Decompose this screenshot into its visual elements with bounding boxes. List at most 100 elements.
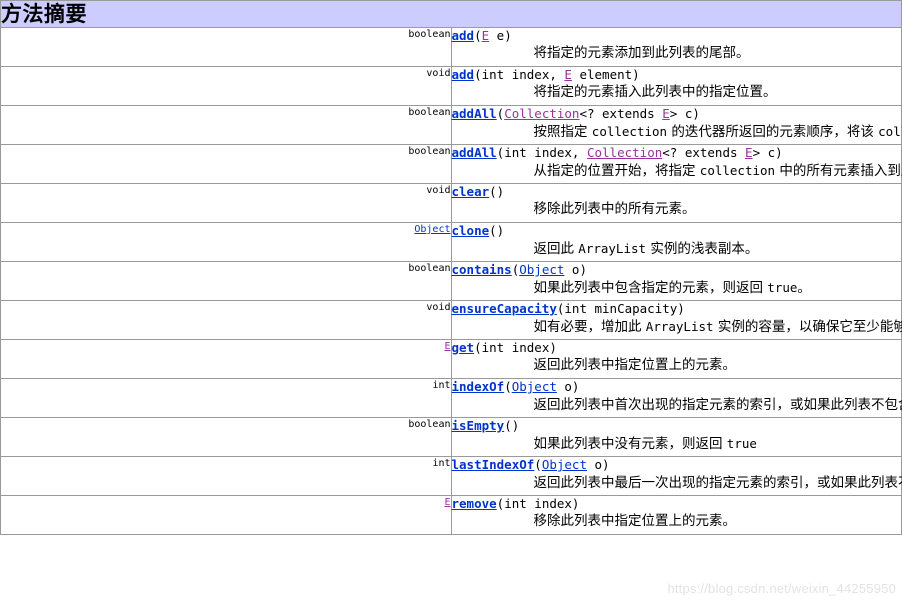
method-signature: indexOf(Object o) bbox=[452, 379, 902, 395]
param-text: int index) bbox=[504, 496, 580, 511]
method-name-link[interactable]: addAll bbox=[452, 106, 497, 121]
return-type-link[interactable]: E bbox=[444, 497, 450, 508]
method-name-link[interactable]: clone bbox=[452, 223, 490, 238]
method-signature: ensureCapacity(int minCapacity) bbox=[452, 301, 902, 317]
param-type-link[interactable]: E bbox=[745, 145, 753, 160]
method-detail-cell: ensureCapacity(int minCapacity) 如有必要，增加此 … bbox=[450, 300, 902, 340]
return-type-link[interactable]: Object bbox=[414, 224, 450, 235]
method-signature: lastIndexOf(Object o) bbox=[452, 457, 902, 473]
method-description: 返回此列表中首次出现的指定元素的索引，或如果此列表不包含元素，则返回 -1。 bbox=[533, 397, 902, 413]
param-text: ) bbox=[496, 184, 505, 199]
table-row: boolean contains(Object o) 如果此列表中包含指定的元素，则… bbox=[0, 261, 902, 301]
method-description: 返回此列表中指定位置上的元素。 bbox=[533, 357, 737, 373]
method-detail-cell: addAll(Collection<? extends E> c) 按照指定 co… bbox=[450, 105, 902, 145]
method-detail-cell: add(E e) 将指定的元素添加到此列表的尾部。 bbox=[450, 27, 902, 67]
code-token: true bbox=[726, 436, 757, 451]
section-header-cell: 方法摘要 bbox=[0, 0, 902, 28]
method-block: isEmpty() 如果此列表中没有元素，则返回 true bbox=[452, 418, 902, 456]
method-description: 从指定的位置开始，将指定 collection 中的所有元素插入到此列表中。 bbox=[533, 163, 902, 179]
method-signature: addAll(Collection<? extends E> c) bbox=[452, 106, 902, 122]
param-text: int index, bbox=[481, 67, 565, 82]
method-signature: addAll(int index, Collection<? extends E… bbox=[452, 145, 902, 161]
paren-open: ( bbox=[534, 457, 542, 472]
method-name-link[interactable]: remove bbox=[452, 496, 497, 511]
param-type-link[interactable]: Object bbox=[512, 379, 557, 394]
paren-open: ( bbox=[474, 67, 482, 82]
paren-open: ( bbox=[474, 28, 482, 43]
method-description: 将指定的元素添加到此列表的尾部。 bbox=[533, 45, 750, 61]
method-name-link[interactable]: add bbox=[452, 67, 475, 82]
method-block: contains(Object o) 如果此列表中包含指定的元素，则返回 true… bbox=[452, 262, 902, 300]
paren-open: ( bbox=[489, 223, 497, 238]
param-text: ) bbox=[511, 418, 520, 433]
param-text: int index, bbox=[504, 145, 587, 160]
param-text: int index) bbox=[481, 340, 557, 355]
param-type-link[interactable]: E bbox=[482, 28, 490, 43]
method-name-link[interactable]: get bbox=[452, 340, 475, 355]
method-block: get(int index) 返回此列表中指定位置上的元素。 bbox=[452, 340, 902, 378]
page-title: 方法摘要 bbox=[1, 2, 87, 26]
method-name-link[interactable]: add bbox=[452, 28, 475, 43]
param-type-link[interactable]: Object bbox=[519, 262, 564, 277]
method-detail-cell: add(int index, E element) 将指定的元素插入此列表中的指定… bbox=[450, 66, 902, 106]
method-signature: clone() bbox=[452, 223, 902, 239]
method-detail-cell: remove(int index) 移除此列表中指定位置上的元素。 bbox=[450, 495, 902, 535]
param-type-link[interactable]: E bbox=[662, 106, 670, 121]
method-name-link[interactable]: clear bbox=[452, 184, 490, 199]
method-signature: clear() bbox=[452, 184, 902, 200]
table-row: void ensureCapacity(int minCapacity) 如有必要，… bbox=[0, 300, 902, 340]
return-type-text: int bbox=[432, 380, 451, 391]
table-row: void clear() 移除此列表中的所有元素。 bbox=[0, 183, 902, 223]
param-type-link[interactable]: E bbox=[564, 67, 572, 82]
return-type-text: void bbox=[426, 302, 451, 313]
code-token: collection bbox=[591, 124, 668, 139]
method-block: ensureCapacity(int minCapacity) 如有必要，增加此 … bbox=[452, 301, 902, 339]
param-text: o) bbox=[586, 457, 610, 472]
method-detail-cell: get(int index) 返回此列表中指定位置上的元素。 bbox=[450, 339, 902, 379]
param-type-link[interactable]: Object bbox=[542, 457, 587, 472]
method-detail-cell: addAll(int index, Collection<? extends E… bbox=[450, 144, 902, 184]
method-detail-cell: indexOf(Object o) 返回此列表中首次出现的指定元素的索引，或如果此… bbox=[450, 378, 902, 418]
return-type-cell: E bbox=[0, 339, 452, 379]
paren-open: ( bbox=[504, 418, 512, 433]
param-text: > c) bbox=[669, 106, 700, 121]
method-description: 返回此 ArrayList 实例的浅表副本。 bbox=[533, 241, 759, 257]
return-type-cell: E bbox=[0, 495, 452, 535]
method-name-link[interactable]: contains bbox=[452, 262, 512, 277]
table-row: boolean addAll(int index, Collection<? ex… bbox=[0, 144, 902, 184]
table-row: int lastIndexOf(Object o) 返回此列表中最后一次出现的指定元… bbox=[0, 456, 902, 496]
param-type-link[interactable]: Collection bbox=[587, 145, 662, 160]
method-rows: boolean add(E e) 将指定的元素添加到此列表的尾部。 void add(i… bbox=[0, 27, 902, 535]
method-name-link[interactable]: isEmpty bbox=[452, 418, 505, 433]
method-block: add(E e) 将指定的元素添加到此列表的尾部。 bbox=[452, 28, 902, 66]
code-token: collection bbox=[878, 124, 902, 139]
method-name-link[interactable]: ensureCapacity bbox=[452, 301, 557, 316]
table-row: Eremove(int index) 移除此列表中指定位置上的元素。 bbox=[0, 495, 902, 535]
method-description: 返回此列表中最后一次出现的指定元素的索引，或如果此列表不包含索引，则返回 -1。 bbox=[533, 475, 902, 491]
method-signature: remove(int index) bbox=[452, 496, 902, 512]
method-name-link[interactable]: addAll bbox=[452, 145, 497, 160]
code-token: ArrayList bbox=[645, 319, 714, 334]
table-row: boolean addAll(Collection<? extends E> c)… bbox=[0, 105, 902, 145]
param-type-link[interactable]: Collection bbox=[504, 106, 579, 121]
return-type-text: int bbox=[432, 458, 451, 469]
return-type-cell: boolean bbox=[0, 27, 452, 67]
method-signature: contains(Object o) bbox=[452, 262, 902, 278]
method-block: addAll(int index, Collection<? extends E… bbox=[452, 145, 902, 183]
method-name-link[interactable]: lastIndexOf bbox=[452, 457, 535, 472]
table-row: int indexOf(Object o) 返回此列表中首次出现的指定元素的索引，或… bbox=[0, 378, 902, 418]
param-text: int minCapacity) bbox=[564, 301, 685, 316]
return-type-text: boolean bbox=[408, 29, 451, 40]
method-summary-body: 方法摘要 bbox=[0, 0, 902, 28]
return-type-cell: boolean bbox=[0, 417, 452, 457]
return-type-link[interactable]: E bbox=[444, 341, 450, 352]
paren-open: ( bbox=[504, 379, 512, 394]
return-type-text: void bbox=[426, 68, 451, 79]
method-name-link[interactable]: indexOf bbox=[452, 379, 505, 394]
code-token: true bbox=[767, 280, 798, 295]
method-detail-cell: clear() 移除此列表中的所有元素。 bbox=[450, 183, 902, 223]
return-type-cell: int bbox=[0, 456, 452, 496]
param-text: > c) bbox=[752, 145, 783, 160]
table-row: Eget(int index) 返回此列表中指定位置上的元素。 bbox=[0, 339, 902, 379]
return-type-text: void bbox=[426, 185, 451, 196]
